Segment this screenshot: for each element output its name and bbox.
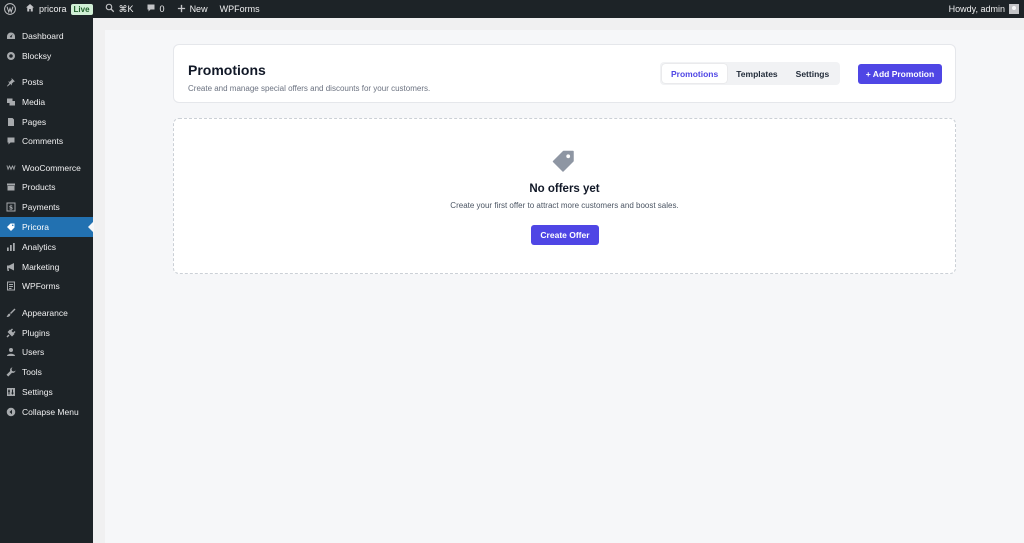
settings-icon bbox=[5, 386, 16, 397]
dollar-icon: $ bbox=[5, 202, 16, 213]
account-menu[interactable]: Howdy, admin bbox=[943, 0, 1024, 18]
search-icon bbox=[105, 3, 115, 15]
page-title: Promotions bbox=[188, 62, 266, 78]
admin-bar: pricora Live ⌘K 0 New WPForms Howdy, adm… bbox=[0, 0, 1024, 18]
sidebar-item-plugins[interactable]: Plugins bbox=[0, 323, 93, 343]
empty-state-title: No offers yet bbox=[529, 183, 600, 195]
add-promotion-button[interactable]: + Add Promotion bbox=[858, 64, 942, 84]
sidebar-item-label: WPForms bbox=[22, 281, 60, 292]
page-icon bbox=[5, 116, 16, 127]
wpforms-adminbar-link[interactable]: WPForms bbox=[214, 0, 266, 18]
comment-bubble-icon bbox=[146, 3, 156, 15]
sidebar-item-label: Users bbox=[22, 347, 45, 358]
comments-count: 0 bbox=[159, 4, 165, 14]
avatar bbox=[1009, 4, 1019, 14]
wpforms-adminbar-label: WPForms bbox=[219, 4, 260, 14]
main-content: Promotions Create and manage special off… bbox=[105, 30, 1024, 543]
site-name-link[interactable]: pricora Live bbox=[19, 0, 99, 18]
sidebar-item-label: Dashboard bbox=[22, 30, 64, 41]
sidebar-item-label: Products bbox=[22, 182, 56, 193]
brush-icon bbox=[5, 307, 16, 318]
sidebar-item-comments[interactable]: Comments bbox=[0, 131, 93, 151]
sidebar-item-label: Plugins bbox=[22, 327, 50, 338]
sidebar-item-label: Tools bbox=[22, 367, 42, 378]
empty-state-text: Create your first offer to attract more … bbox=[450, 201, 679, 210]
sidebar-item-label: Pages bbox=[22, 116, 47, 127]
blocksy-icon bbox=[5, 50, 16, 61]
comment-icon bbox=[5, 136, 16, 147]
create-offer-button[interactable]: Create Offer bbox=[531, 225, 599, 245]
sidebar-item-posts[interactable]: Posts bbox=[0, 72, 93, 92]
sidebar-item-label: Analytics bbox=[22, 241, 57, 252]
sidebar-item-label: Blocksy bbox=[22, 50, 52, 61]
sidebar-item-analytics[interactable]: Analytics bbox=[0, 237, 93, 257]
page-header-card: Promotions Create and manage special off… bbox=[173, 44, 956, 103]
tab-settings[interactable]: Settings bbox=[787, 64, 839, 83]
sidebar-item-settings[interactable]: Settings bbox=[0, 382, 93, 402]
archive-icon bbox=[5, 182, 16, 193]
sidebar-item-pricora[interactable]: Pricora bbox=[0, 217, 94, 237]
new-content-link[interactable]: New bbox=[171, 0, 214, 18]
greeting: Howdy, admin bbox=[948, 4, 1005, 14]
site-name: pricora bbox=[39, 4, 67, 14]
collapse-menu-button[interactable]: Collapse Menu bbox=[0, 402, 93, 422]
sidebar-item-appearance[interactable]: Appearance bbox=[0, 303, 93, 323]
tab-group: Promotions Templates Settings bbox=[660, 62, 841, 85]
collapse-icon bbox=[5, 406, 16, 417]
sidebar-item-label: Payments bbox=[22, 202, 60, 213]
users-icon bbox=[5, 347, 16, 358]
comments-link[interactable]: 0 bbox=[140, 0, 171, 18]
sidebar-item-media[interactable]: Media bbox=[0, 92, 93, 112]
sidebar-item-tools[interactable]: Tools bbox=[0, 362, 93, 382]
sidebar-item-pages[interactable]: Pages bbox=[0, 112, 93, 132]
forms-icon bbox=[5, 281, 16, 292]
sidebar-item-users[interactable]: Users bbox=[0, 342, 93, 362]
sidebar-item-marketing[interactable]: Marketing bbox=[0, 257, 93, 277]
sidebar-item-label: Comments bbox=[22, 136, 64, 147]
wordpress-logo-icon[interactable] bbox=[1, 0, 19, 18]
command-palette-button[interactable]: ⌘K bbox=[99, 0, 140, 18]
sidebar-item-dashboard[interactable]: Dashboard bbox=[0, 26, 93, 46]
sidebar-item-payments[interactable]: $ Payments bbox=[0, 197, 93, 217]
sidebar-item-label: Marketing bbox=[22, 261, 60, 272]
dashboard-icon bbox=[5, 30, 16, 41]
shortcut-label: ⌘K bbox=[118, 3, 134, 14]
sidebar-item-label: Posts bbox=[22, 76, 44, 87]
tab-templates[interactable]: Templates bbox=[727, 64, 786, 83]
sidebar-item-wpforms[interactable]: WPForms bbox=[0, 277, 93, 297]
svg-text:$: $ bbox=[8, 205, 12, 212]
wrench-icon bbox=[5, 367, 16, 378]
sidebar-item-label: Settings bbox=[22, 386, 53, 397]
empty-state-card: No offers yet Create your first offer to… bbox=[173, 118, 956, 274]
bar-chart-icon bbox=[5, 241, 16, 252]
media-icon bbox=[5, 96, 16, 107]
sidebar-item-label: Pricora bbox=[22, 222, 49, 233]
sidebar-item-products[interactable]: Products bbox=[0, 178, 93, 198]
sidebar-item-label: WooCommerce bbox=[22, 162, 81, 173]
admin-sidebar: Dashboard Blocksy Posts Media Pages Comm… bbox=[0, 18, 94, 543]
plug-icon bbox=[5, 327, 16, 338]
home-icon bbox=[25, 3, 35, 15]
woocommerce-icon bbox=[5, 162, 16, 173]
sidebar-item-label: Media bbox=[22, 96, 46, 107]
page-subtitle: Create and manage special offers and dis… bbox=[188, 84, 431, 93]
pricora-icon bbox=[5, 222, 16, 233]
sidebar-item-blocksy[interactable]: Blocksy bbox=[0, 46, 93, 66]
sidebar-item-woocommerce[interactable]: WooCommerce bbox=[0, 158, 93, 178]
plus-icon bbox=[177, 4, 186, 15]
megaphone-icon bbox=[5, 261, 16, 272]
sidebar-item-label: Collapse Menu bbox=[22, 406, 79, 417]
tab-promotions[interactable]: Promotions bbox=[662, 64, 728, 83]
pin-icon bbox=[5, 76, 16, 87]
live-badge: Live bbox=[70, 3, 93, 15]
new-label: New bbox=[189, 4, 208, 14]
tag-icon bbox=[552, 150, 574, 172]
sidebar-item-label: Appearance bbox=[22, 307, 68, 318]
